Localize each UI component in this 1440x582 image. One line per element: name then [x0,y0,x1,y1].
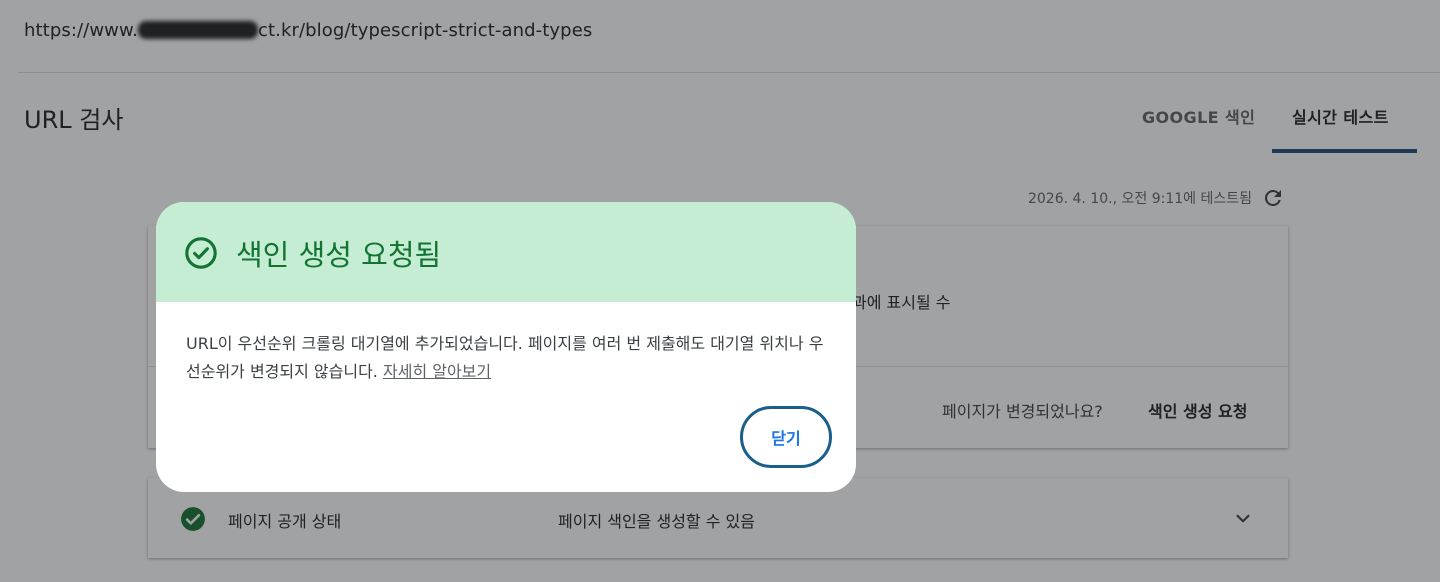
dialog-body-text: URL이 우선순위 크롤링 대기열에 추가되었습니다. 페이지를 여러 번 제출… [186,334,824,381]
check-circle-outline-icon [185,237,217,269]
dialog-message: URL이 우선순위 크롤링 대기열에 추가되었습니다. 페이지를 여러 번 제출… [186,330,836,386]
dialog-header: 색인 생성 요청됨 [156,202,856,302]
url-inspection-page: https://www. ct.kr/blog/typescript-strict… [0,0,1440,582]
learn-more-link[interactable]: 자세히 알아보기 [383,362,491,381]
dialog-title: 색인 생성 요청됨 [236,238,442,272]
close-button[interactable]: 닫기 [740,406,832,468]
indexing-requested-dialog: 색인 생성 요청됨 URL이 우선순위 크롤링 대기열에 추가되었습니다. 페이… [156,202,856,492]
